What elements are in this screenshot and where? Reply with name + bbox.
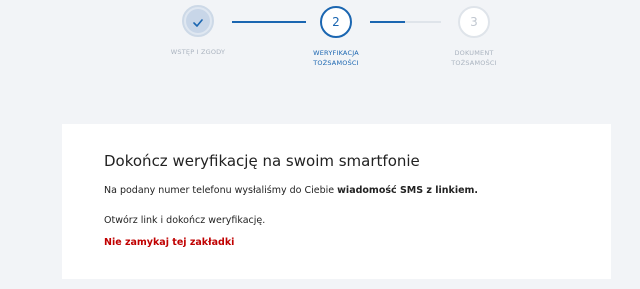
step-connector-1 <box>232 21 306 23</box>
warning-text: Nie zamykaj tej zakładki <box>104 237 235 248</box>
sms-info-bold: wiadomość SMS z linkiem. <box>337 185 479 196</box>
step-3-number: 3 <box>470 15 478 29</box>
step-2-number: 2 <box>332 15 340 29</box>
step-1-label: WSTĘP I ZGODY <box>170 48 226 56</box>
sms-info-prefix: Na podany numer telefonu wysłaliśmy do C… <box>104 185 338 196</box>
check-icon <box>193 12 203 31</box>
step-3-pending: 3 <box>458 6 490 38</box>
instruction-text: Otwórz link i dokończ weryfikację. <box>104 215 266 226</box>
step-connector-2-empty <box>405 21 441 23</box>
step-connector-2-filled <box>370 21 405 23</box>
step-2-label: WERYFIKACJA TOŻSAMOŚCI <box>313 49 359 67</box>
step-1-completed <box>182 5 214 37</box>
sms-info-text: Na podany numer telefonu wysłaliśmy do C… <box>104 185 478 196</box>
card-title: Dokończ weryfikację na swoim smartfonie <box>104 152 420 170</box>
step-3-label: DOKUMENT TOŻSAMOŚCI <box>451 49 497 67</box>
step-2-active: 2 <box>320 6 352 38</box>
verification-card: Dokończ weryfikację na swoim smartfonie … <box>62 124 611 279</box>
progress-stepper: 2 3 WSTĘP I ZGODY WERYFIKACJA TOŻSAMOŚCI… <box>0 0 640 80</box>
